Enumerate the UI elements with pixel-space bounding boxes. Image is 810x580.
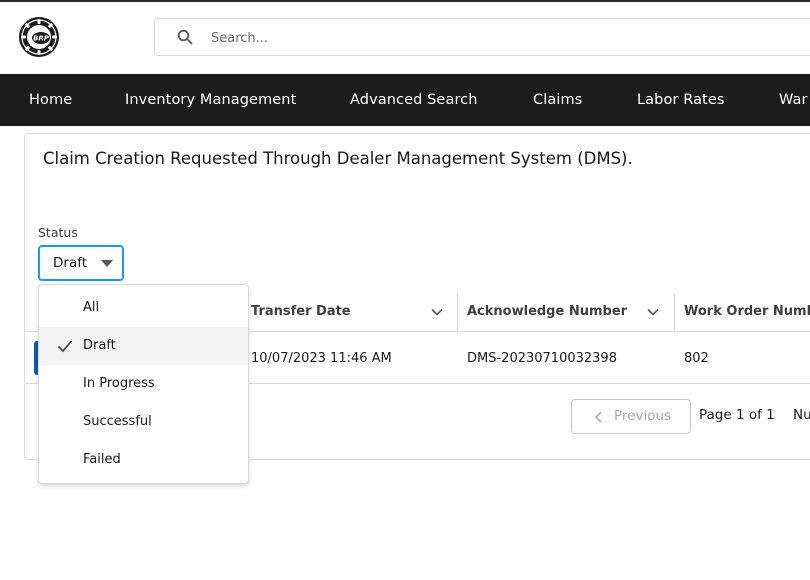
nav-item-labor-rates[interactable]: Labor Rates [637, 74, 725, 126]
top-header: BRP [0, 0, 810, 74]
search-input[interactable] [211, 27, 771, 49]
option-label: All [83, 300, 100, 315]
status-option-in-progress[interactable]: In Progress [39, 365, 248, 403]
status-option-successful[interactable]: Successful [39, 403, 248, 441]
chevron-down-icon[interactable] [431, 306, 443, 318]
status-option-failed[interactable]: Failed [39, 441, 248, 479]
logo-text: BRP [33, 35, 50, 43]
status-dropdown-menu: All Draft In Progress Successful Failed [38, 284, 249, 484]
column-header-acknowledge-number[interactable]: Acknowledge Number [467, 292, 627, 332]
nav-item-claims[interactable]: Claims [533, 74, 582, 126]
search-icon [177, 29, 193, 45]
caret-down-icon [101, 260, 113, 267]
status-option-all[interactable]: All [39, 289, 248, 327]
brp-logo[interactable]: BRP [18, 16, 60, 58]
column-header-work-order-number[interactable]: Work Order Numb [684, 292, 810, 332]
nav-item-advanced-search[interactable]: Advanced Search [350, 74, 478, 126]
option-label: Failed [83, 452, 121, 467]
option-label: Successful [83, 414, 152, 429]
previous-label: Previous [614, 408, 672, 424]
main-navbar: Home Inventory Management Advanced Searc… [0, 74, 810, 126]
nav-item-inventory-management[interactable]: Inventory Management [125, 74, 296, 126]
previous-page-button[interactable]: Previous [571, 399, 691, 434]
column-divider[interactable] [674, 294, 675, 330]
cell-transfer-date: 10/07/2023 11:46 AM [251, 351, 392, 366]
chevron-left-icon [594, 411, 602, 423]
status-option-draft[interactable]: Draft [39, 327, 248, 365]
status-filter-label: Status [38, 225, 78, 240]
column-divider[interactable] [457, 294, 458, 330]
global-search[interactable] [154, 18, 810, 56]
page-info-text: Page 1 of 1 [699, 407, 775, 423]
status-selected-value: Draft [53, 255, 88, 271]
page-title: Claim Creation Requested Through Dealer … [43, 149, 633, 168]
option-label: Draft [83, 338, 116, 353]
nav-item-warranty[interactable]: War [779, 74, 808, 126]
cell-acknowledge-number: DMS-20230710032398 [467, 351, 617, 366]
nav-item-home[interactable]: Home [29, 74, 72, 126]
column-header-transfer-date[interactable]: Transfer Date [251, 292, 351, 332]
page-info: Page 1 of 1 Nu [699, 407, 810, 423]
status-filter-select[interactable]: Draft [38, 245, 124, 281]
cell-work-order-number: 802 [684, 351, 709, 366]
chevron-down-icon[interactable] [647, 306, 659, 318]
check-icon [57, 340, 73, 353]
page-size-label: Nu [793, 407, 810, 423]
option-label: In Progress [83, 376, 155, 391]
